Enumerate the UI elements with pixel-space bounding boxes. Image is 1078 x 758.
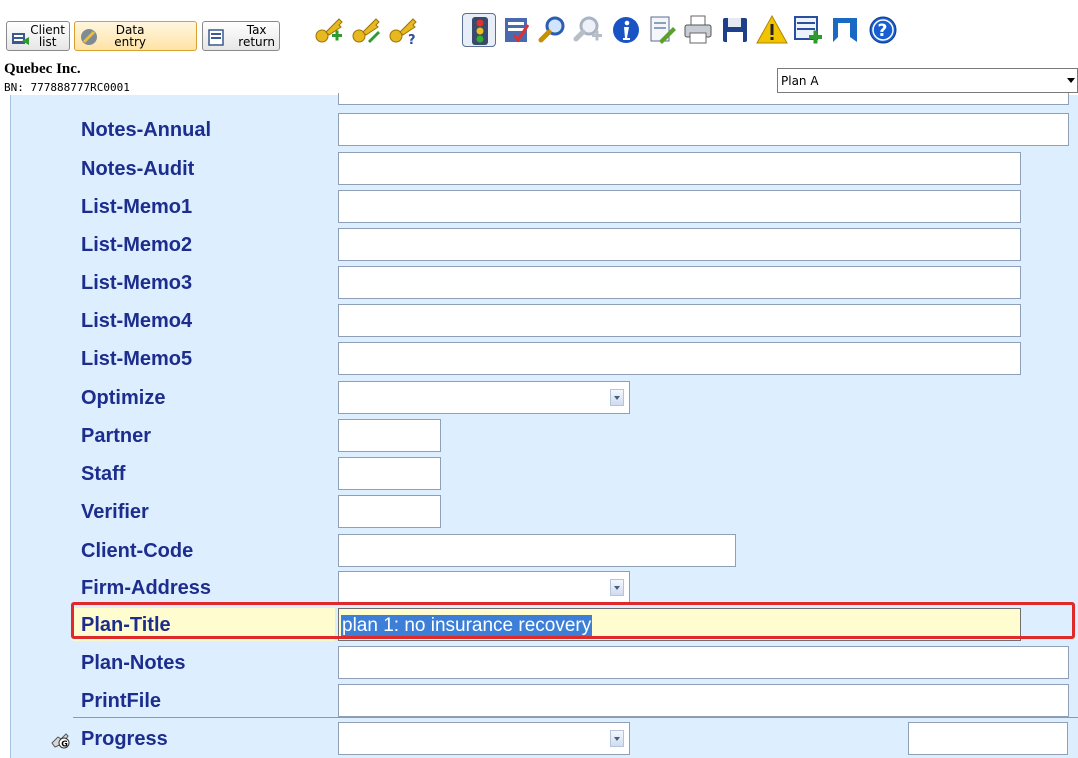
notes-annual-field[interactable] [338, 113, 1069, 146]
plan-select[interactable]: Plan A [777, 68, 1078, 93]
business-number: BN: 777888777RC0001 [4, 81, 130, 94]
toolbar: Client list Data entry Tax return ? ? [0, 0, 1078, 60]
field-label: List-Memo1 [81, 196, 193, 218]
field-row-verifier: Verifier [11, 493, 1078, 531]
traffic-light-icon[interactable] [462, 13, 496, 47]
field-label: Firm-Address [81, 577, 212, 599]
section-divider [73, 717, 1078, 718]
info-icon[interactable] [609, 13, 643, 47]
field-row-notes-audit: Notes-Audit [11, 150, 1078, 188]
field-row-plan-notes: Plan-Notes [11, 644, 1078, 682]
notes-audit-field[interactable] [338, 152, 1021, 185]
field-label: List-Memo2 [81, 234, 193, 256]
chevron-down-icon [1067, 78, 1075, 83]
list-memo3-field[interactable] [338, 266, 1021, 299]
field-row-printfile: PrintFile [11, 682, 1078, 720]
data-entry-label: Data entry [114, 23, 146, 49]
warning-icon[interactable] [755, 13, 789, 47]
tax-return-icon [208, 29, 224, 46]
client-name: Quebec Inc. [4, 61, 81, 77]
help-icon[interactable]: ? [866, 13, 900, 47]
list-memo5-field[interactable] [338, 342, 1021, 375]
field-row-optimize: Optimize [11, 379, 1078, 417]
staff-field[interactable] [338, 457, 441, 490]
chevron-down-icon[interactable] [610, 389, 624, 406]
checklist-icon[interactable] [500, 13, 534, 47]
plan-notes-field[interactable] [338, 646, 1069, 679]
field-label: Progress [81, 728, 168, 750]
field-row-list-memo1: List-Memo1 [11, 188, 1078, 226]
field-label: Partner [81, 425, 152, 447]
field-label: Client-Code [81, 540, 194, 562]
list-memo1-field[interactable] [338, 190, 1021, 223]
svg-text:?: ? [408, 33, 416, 47]
key-add-icon[interactable] [313, 13, 347, 47]
key-help-icon[interactable]: ? [387, 13, 421, 47]
data-entry-button[interactable]: Data entry [74, 21, 197, 51]
print-icon[interactable] [681, 13, 715, 47]
field-label: List-Memo3 [81, 272, 193, 294]
client-code-field[interactable] [338, 534, 736, 567]
list-memo4-field[interactable] [338, 304, 1021, 337]
partner-field[interactable] [338, 419, 441, 452]
field-row-partner: Partner [11, 417, 1078, 455]
back-icon[interactable] [828, 13, 862, 47]
field-label: List-Memo4 [81, 310, 193, 332]
client-list-icon [12, 33, 29, 45]
field-row-list-memo2: List-Memo2 [11, 226, 1078, 264]
field-label: Staff [81, 463, 126, 485]
chevron-down-icon[interactable] [610, 579, 624, 596]
field-row-list-memo4: List-Memo4 [11, 302, 1078, 340]
text-field-previous[interactable] [338, 93, 1069, 105]
progress-select[interactable] [338, 722, 630, 755]
field-label: Verifier [81, 501, 149, 523]
optimize-select[interactable] [338, 381, 630, 414]
field-label: List-Memo5 [81, 348, 193, 370]
tax-return-label: Tax return [238, 23, 275, 49]
list-memo2-field[interactable] [338, 228, 1021, 261]
form-area: Notes-Annual Notes-Audit List-Memo1 List… [10, 93, 1078, 758]
chevron-down-icon[interactable] [610, 730, 624, 747]
field-label: Plan-Notes [81, 652, 186, 674]
field-row-list-memo3: List-Memo3 [11, 264, 1078, 302]
plan-select-value: Plan A [781, 74, 819, 88]
save-icon[interactable] [718, 13, 752, 47]
edit-document-icon[interactable] [645, 13, 679, 47]
firm-address-select[interactable] [338, 571, 630, 604]
client-list-button[interactable]: Client list [6, 21, 70, 51]
data-entry-icon [81, 29, 97, 45]
svg-text:?: ? [878, 21, 888, 41]
field-label: Notes-Audit [81, 158, 195, 180]
field-label: Notes-Annual [81, 119, 211, 141]
search-icon[interactable] [536, 13, 570, 47]
client-list-label: Client list [30, 23, 65, 49]
field-row-notes-annual: Notes-Annual [11, 111, 1078, 149]
search-next-icon[interactable] [572, 13, 606, 47]
field-row-client-code: Client-Code [11, 532, 1078, 570]
field-row-staff: Staff [11, 455, 1078, 493]
field-row-list-memo5: List-Memo5 [11, 340, 1078, 378]
tax-return-button[interactable]: Tax return [202, 21, 280, 51]
progress-extra-field[interactable] [908, 722, 1068, 755]
verifier-field[interactable] [338, 495, 441, 528]
field-label: PrintFile [81, 690, 162, 712]
key-edit-icon[interactable] [350, 13, 384, 47]
field-label: Optimize [81, 387, 166, 409]
highlight-box [71, 602, 1075, 639]
field-row-progress: Progress [11, 720, 1078, 758]
add-form-icon[interactable] [791, 13, 825, 47]
printfile-field[interactable] [338, 684, 1069, 717]
